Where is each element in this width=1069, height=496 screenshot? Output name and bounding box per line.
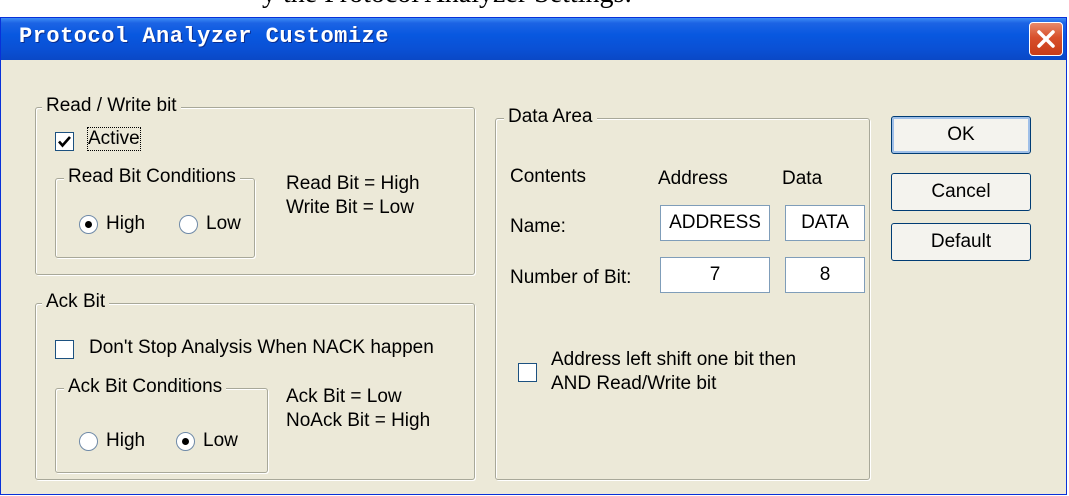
close-icon <box>1037 30 1055 48</box>
ack-bit-note: Ack Bit = Low <box>286 386 402 407</box>
cancel-button[interactable]: Cancel <box>891 173 1031 211</box>
read-high-label[interactable]: High <box>106 213 145 235</box>
caption-text: y the Protocol Analyzer Settings: <box>262 0 632 10</box>
read-write-legend: Read / Write bit <box>42 95 181 117</box>
ack-bit-group: Ack Bit Don't Stop Analysis When NACK ha… <box>35 291 475 480</box>
ack-bit-legend: Ack Bit <box>42 291 110 313</box>
document-caption-fragment: y the Protocol Analyzer Settings: <box>0 0 1069 18</box>
data-area-legend: Data Area <box>504 106 597 128</box>
default-button[interactable]: Default <box>891 223 1031 261</box>
dialog-window: Protocol Analyzer Customize Read / Write… <box>0 17 1067 495</box>
address-bits-field[interactable]: 7 <box>660 257 770 293</box>
read-high-radio[interactable] <box>79 215 98 234</box>
address-name-field[interactable]: ADDRESS <box>660 205 770 241</box>
address-shift-label-line2[interactable]: AND Read/Write bit <box>551 373 716 395</box>
contents-header: Contents <box>510 166 587 187</box>
close-button[interactable] <box>1029 22 1063 56</box>
address-header: Address <box>658 168 728 189</box>
check-icon <box>58 136 71 148</box>
read-bit-conditions-legend: Read Bit Conditions <box>64 166 240 188</box>
data-area-group: Data Area Contents Address Data Name: AD… <box>495 106 870 480</box>
read-low-label[interactable]: Low <box>206 213 241 235</box>
data-bits-field[interactable]: 8 <box>785 257 865 293</box>
data-header: Data <box>782 168 823 189</box>
ack-high-radio[interactable] <box>79 432 98 451</box>
address-shift-checkbox[interactable] <box>518 363 537 382</box>
ack-high-label[interactable]: High <box>106 430 145 452</box>
read-bit-note: Read Bit = High <box>286 173 420 194</box>
noack-bit-note: NoAck Bit = High <box>286 410 431 431</box>
write-bit-note: Write Bit = Low <box>286 197 414 218</box>
dont-stop-checkbox[interactable] <box>55 340 74 359</box>
window-title: Protocol Analyzer Customize <box>19 24 389 49</box>
address-shift-label-line1[interactable]: Address left shift one bit then <box>551 349 796 371</box>
dialog-client-area: Read / Write bit Active Read Bit Conditi… <box>1 60 1066 494</box>
ok-button[interactable]: OK <box>891 116 1031 154</box>
dont-stop-label[interactable]: Don't Stop Analysis When NACK happen <box>89 337 434 359</box>
title-bar[interactable]: Protocol Analyzer Customize <box>1 18 1066 60</box>
active-label[interactable]: Active <box>87 127 141 151</box>
active-checkbox[interactable] <box>55 132 74 151</box>
data-name-field[interactable]: DATA <box>785 205 865 241</box>
name-label: Name: <box>510 216 566 237</box>
ack-low-label[interactable]: Low <box>203 430 238 452</box>
number-of-bit-label: Number of Bit: <box>510 267 632 288</box>
read-bit-conditions-group: Read Bit Conditions High Low <box>55 166 255 258</box>
read-write-group: Read / Write bit Active Read Bit Conditi… <box>35 95 475 275</box>
ack-low-radio[interactable] <box>176 432 195 451</box>
ack-bit-conditions-legend: Ack Bit Conditions <box>64 376 227 398</box>
read-low-radio[interactable] <box>179 215 198 234</box>
ack-bit-conditions-group: Ack Bit Conditions High Low <box>55 376 268 473</box>
